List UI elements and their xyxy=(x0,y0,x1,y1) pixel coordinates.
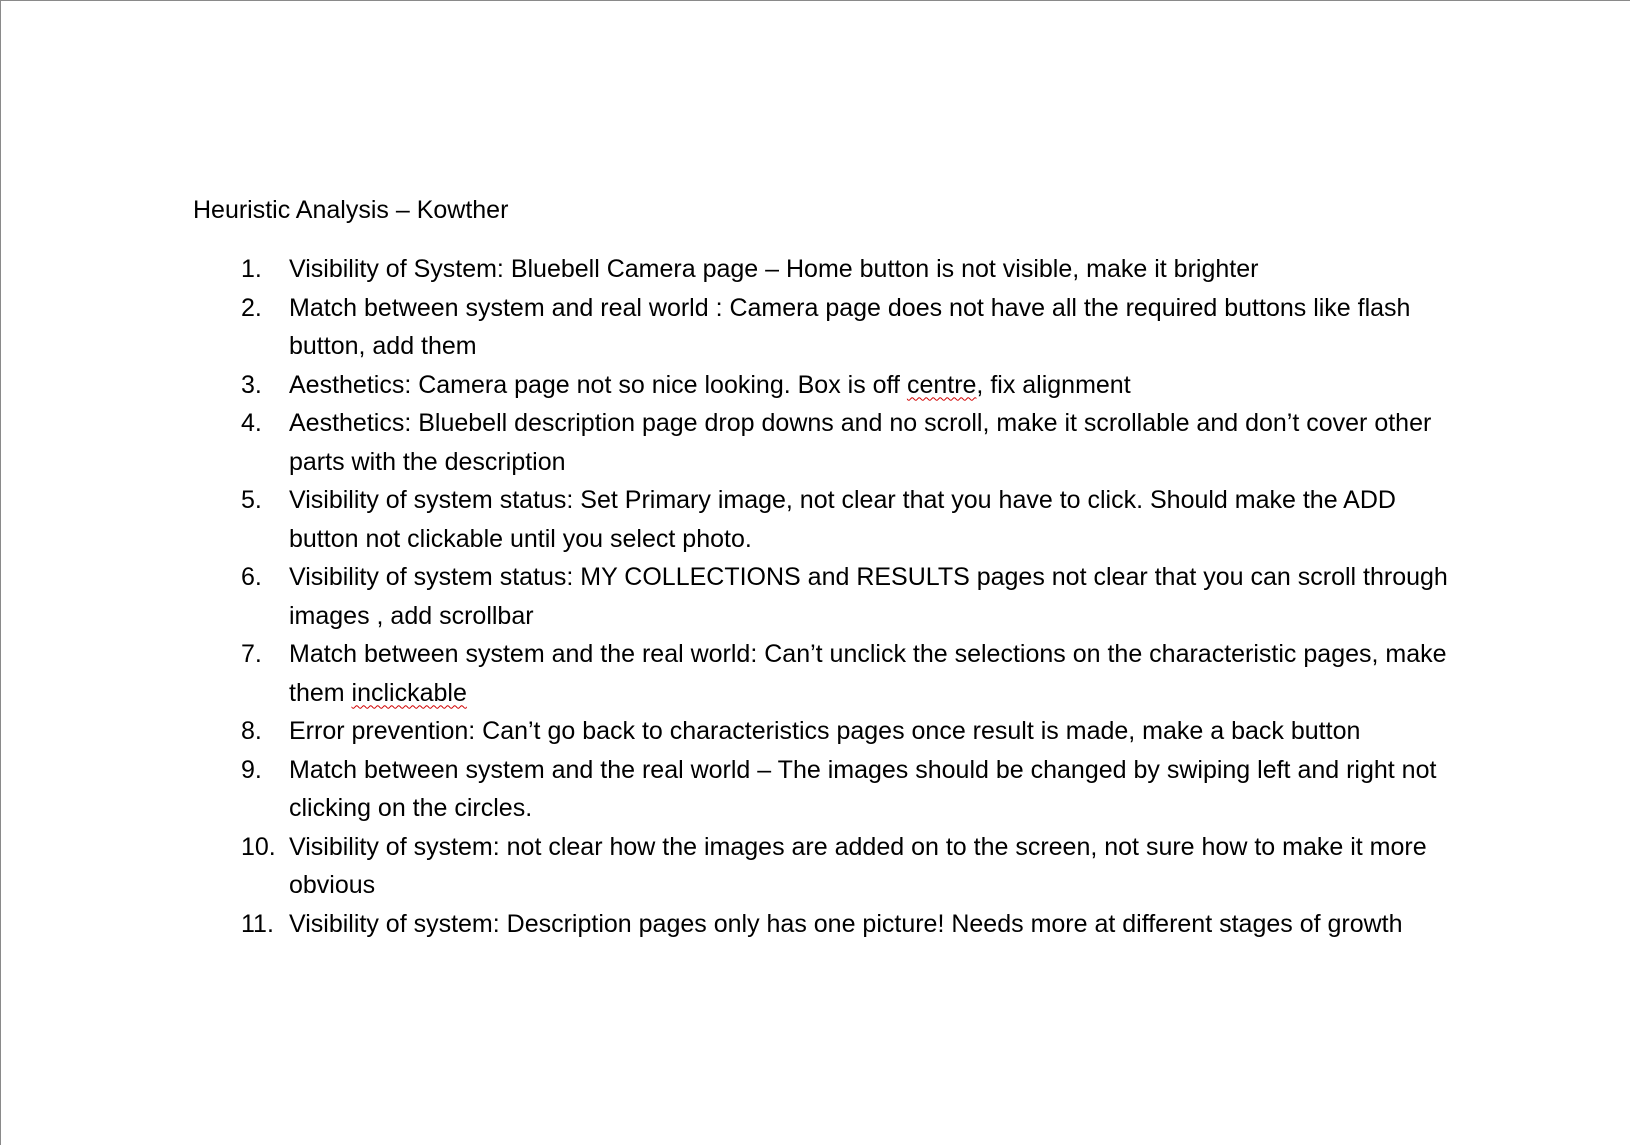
list-item-text: Visibility of System: Bluebell Camera pa… xyxy=(289,255,1259,283)
list-item: 3. Aesthetics: Camera page not so nice l… xyxy=(1,366,1449,405)
list-item-text: Match between system and the real world:… xyxy=(289,635,1449,712)
spellcheck-flagged-word[interactable]: inclickable xyxy=(352,679,467,707)
list-item-number: 7. xyxy=(241,640,262,668)
list-item-number: 2. xyxy=(241,293,262,322)
list-item: 2. Match between system and real world :… xyxy=(1,289,1449,366)
list-item-number: 1. xyxy=(241,255,262,283)
list-item-number: 5. xyxy=(241,486,262,514)
list-item-text: Visibility of system: not clear how the … xyxy=(289,832,1427,900)
list-item: 6. Visibility of system status: MY COLLE… xyxy=(1,558,1449,635)
document-title: Heuristic Analysis – Kowther xyxy=(193,196,509,224)
list-item-number: 4. xyxy=(241,409,262,437)
list-item: 8. Error prevention: Can’t go back to ch… xyxy=(1,712,1449,751)
list-item-text: Match between system and the real world … xyxy=(289,755,1437,823)
list-item-text: Aesthetics: Camera page not so nice look… xyxy=(289,366,1449,405)
document-page: Heuristic Analysis – Kowther 1. Visibili… xyxy=(0,0,1630,1145)
list-item: 1. Visibility of System: Bluebell Camera… xyxy=(1,250,1449,289)
text-segment: Aesthetics: Camera page not so nice look… xyxy=(289,370,907,399)
list-item-text: Visibility of system: Description pages … xyxy=(289,909,1403,938)
list-item-text: Visibility of system status: MY COLLECTI… xyxy=(289,563,1448,630)
list-item: 5. Visibility of system status: Set Prim… xyxy=(1,481,1449,558)
spellcheck-flagged-word[interactable]: centre xyxy=(907,371,976,399)
list-item: 7. Match between system and the real wor… xyxy=(1,635,1449,712)
list-item-text: Visibility of system status: Set Primary… xyxy=(289,486,1396,553)
list-item-number: 9. xyxy=(241,755,262,784)
list-item-text: Error prevention: Can’t go back to chara… xyxy=(289,717,1361,745)
list-item: 4. Aesthetics: Bluebell description page… xyxy=(1,404,1449,481)
list-item-number: 6. xyxy=(241,563,262,591)
list-item-number: 8. xyxy=(241,717,262,745)
list-item-number: 11. xyxy=(241,909,274,938)
text-segment: , fix alignment xyxy=(976,370,1131,399)
list-item-number: 10. xyxy=(241,832,276,861)
list-item-text: Aesthetics: Bluebell description page dr… xyxy=(289,409,1432,476)
list-item: 10. Visibility of system: not clear how … xyxy=(1,828,1449,905)
heuristic-list: 1. Visibility of System: Bluebell Camera… xyxy=(1,250,1631,943)
list-item: 9. Match between system and the real wor… xyxy=(1,751,1449,828)
list-item: 11. Visibility of system: Description pa… xyxy=(1,905,1449,944)
list-item-number: 3. xyxy=(241,370,262,399)
list-item-text: Match between system and real world : Ca… xyxy=(289,293,1411,361)
